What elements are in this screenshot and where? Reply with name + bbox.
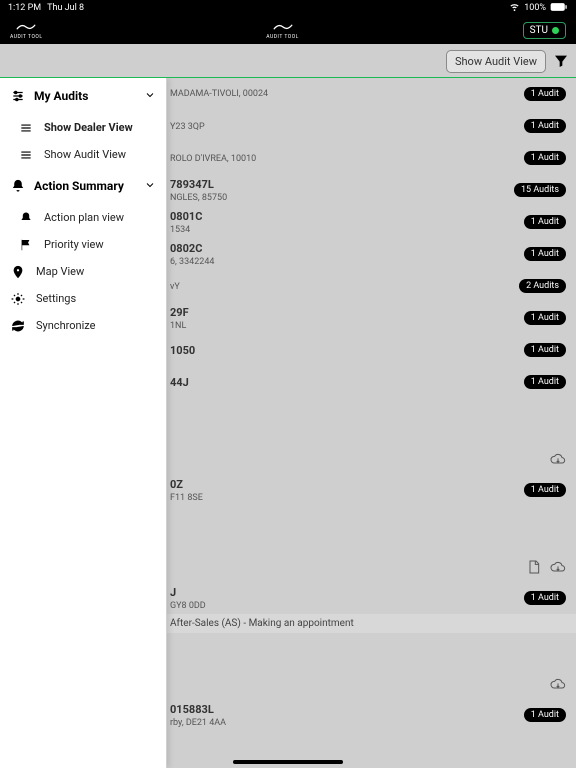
row-title: 1050: [170, 344, 524, 357]
wifi-icon: [509, 1, 520, 15]
row-subtitle: NGLES, 85750: [170, 193, 514, 203]
sidebar-item-priority-view[interactable]: Priority view: [0, 231, 166, 258]
audit-badge: 1 Audit: [524, 375, 566, 389]
row-subtitle: 6, 3342244: [170, 257, 524, 267]
sidebar-label: Action Summary: [34, 179, 124, 193]
sidebar-item-map-view[interactable]: Map View: [0, 258, 166, 285]
audit-badge: 1 Audit: [524, 311, 566, 325]
audit-badge: 1 Audit: [524, 483, 566, 497]
user-chip[interactable]: STU: [523, 22, 566, 39]
audit-badge: 1 Audit: [524, 343, 566, 357]
status-dot-icon: [552, 27, 559, 34]
cloud-download-icon[interactable]: [550, 676, 566, 695]
filter-icon[interactable]: [552, 52, 570, 70]
row-title: 015883L: [170, 703, 524, 716]
sidebar-item-settings[interactable]: Settings: [0, 285, 166, 312]
bell-icon: [18, 210, 34, 226]
row-title: 29F: [170, 306, 524, 319]
sidebar-item-label: Show Audit View: [44, 148, 126, 161]
battery-icon: [550, 2, 568, 15]
toolbar: Show Audit View: [0, 44, 576, 78]
row-subtitle: vY: [170, 282, 519, 292]
sidebar-item-action-plan-view[interactable]: Action plan view: [0, 204, 166, 231]
gear-icon: [10, 291, 26, 307]
row-subtitle: ROLO D'IVREA, 10010: [170, 154, 524, 164]
sidebar-drawer: My Audits Show Dealer View Show Audit Vi…: [0, 78, 167, 768]
status-bar: 1:12 PM Thu Jul 8 100%: [0, 0, 576, 16]
status-time: 1:12 PM: [8, 3, 41, 13]
flag-icon: [18, 237, 34, 253]
refresh-icon: [10, 318, 26, 334]
audit-badge: 1 Audit: [524, 151, 566, 165]
cloud-download-icon[interactable]: [550, 451, 566, 470]
row-subtitle: rby, DE21 4AA: [170, 718, 524, 728]
bell-icon: [10, 178, 26, 194]
sidebar-item-label: Priority view: [44, 238, 104, 251]
row-title: J: [170, 586, 524, 599]
logo-label: AUDIT TOOL: [266, 34, 299, 40]
sliders-icon: [10, 88, 26, 104]
logo-label: AUDIT TOOL: [10, 34, 43, 40]
row-subtitle: 1534: [170, 225, 524, 235]
row-subtitle: F11 8SE: [170, 493, 524, 503]
sidebar-item-label: Map View: [36, 265, 84, 278]
sliders-icon: [18, 120, 34, 136]
logo-center: AUDIT TOOL: [266, 20, 299, 40]
audit-badge: 1 Audit: [524, 119, 566, 133]
row-title: 0802C: [170, 242, 524, 255]
status-date: Thu Jul 8: [47, 3, 84, 13]
sliders-icon: [18, 147, 34, 163]
row-title: 789347L: [170, 178, 514, 191]
sidebar-section-my-audits[interactable]: My Audits: [0, 78, 166, 114]
sidebar-item-label: Show Dealer View: [44, 121, 133, 134]
cloud-download-icon[interactable]: [550, 559, 566, 578]
row-subtitle: GY8 0DD: [170, 601, 524, 611]
audit-badge: 1 Audit: [524, 247, 566, 261]
row-subtitle: 1NL: [170, 321, 524, 331]
sidebar-item-label: Synchronize: [36, 319, 95, 332]
battery-pct: 100%: [524, 3, 546, 13]
chevron-down-icon: [144, 89, 156, 104]
app-header: AUDIT TOOL AUDIT TOOL STU: [0, 16, 576, 44]
sidebar-item-show-dealer-view[interactable]: Show Dealer View: [0, 114, 166, 141]
sidebar-section-action-summary[interactable]: Action Summary: [0, 168, 166, 204]
row-title: 0801C: [170, 210, 524, 223]
audit-badge: 2 Audits: [519, 279, 566, 293]
home-indicator: [233, 760, 343, 764]
sidebar-item-label: Action plan view: [44, 211, 124, 224]
audit-badge: 1 Audit: [524, 591, 566, 605]
row-title: 0Z: [170, 478, 524, 491]
pdf-icon[interactable]: [526, 559, 542, 578]
audit-badge: 1 Audit: [524, 215, 566, 229]
logo-left: AUDIT TOOL: [10, 20, 43, 40]
audit-badge: 15 Audits: [514, 183, 566, 197]
sidebar-item-show-audit-view[interactable]: Show Audit View: [0, 141, 166, 168]
user-chip-label: STU: [530, 25, 548, 36]
sidebar-label: My Audits: [34, 89, 88, 103]
row-subtitle: Y23 3QP: [170, 122, 524, 132]
chevron-down-icon: [144, 179, 156, 194]
show-audit-view-button[interactable]: Show Audit View: [446, 50, 546, 73]
audit-badge: 1 Audit: [524, 87, 566, 101]
sidebar-item-label: Settings: [36, 292, 76, 305]
sidebar-item-synchronize[interactable]: Synchronize: [0, 312, 166, 339]
audit-badge: 1 Audit: [524, 708, 566, 722]
row-subtitle: MADAMA-TIVOLI, 00024: [170, 89, 524, 99]
note-text: After-Sales (AS) - Making an appointment: [170, 618, 354, 629]
map-pin-icon: [10, 264, 26, 280]
row-title: 44J: [170, 376, 524, 389]
